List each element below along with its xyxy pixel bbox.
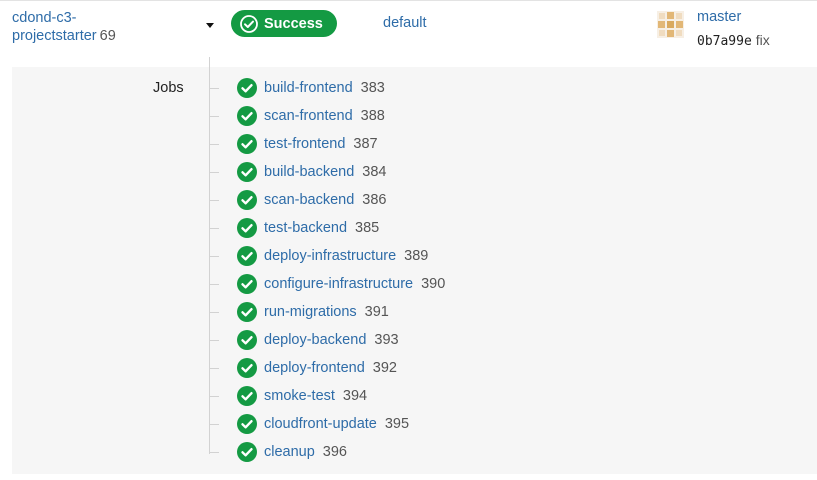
status-badge[interactable]: Success	[231, 10, 337, 37]
tree-connector	[209, 423, 219, 425]
tree-connector	[209, 451, 219, 453]
check-circle-icon	[240, 14, 258, 33]
tree-connector	[209, 395, 219, 397]
job-name-link[interactable]: scan-frontend	[264, 108, 353, 124]
job-name-link[interactable]: test-backend	[264, 220, 347, 236]
check-circle-icon	[237, 134, 257, 154]
job-name-link[interactable]: cloudfront-update	[264, 416, 377, 432]
commit-message: fix	[755, 32, 770, 48]
job-number: 389	[404, 248, 429, 264]
job-number: 391	[364, 304, 389, 320]
tree-connector	[209, 339, 219, 341]
job-number: 395	[384, 416, 410, 432]
job-name-link[interactable]: run-migrations	[264, 304, 357, 320]
job-name-link[interactable]: smoke-test	[264, 388, 335, 404]
workflow-link[interactable]: default	[383, 15, 427, 31]
commit-info: 0b7a99e fix	[697, 32, 770, 49]
job-row[interactable]: test-frontend 387	[209, 133, 378, 155]
project-name[interactable]: cdond-c3-projectstarter	[12, 10, 97, 44]
check-circle-icon	[237, 442, 257, 462]
job-number: 387	[353, 136, 378, 152]
check-circle-icon	[237, 386, 257, 406]
check-circle-icon	[237, 302, 257, 322]
check-circle-icon	[237, 162, 257, 182]
tree-connector	[209, 87, 219, 89]
tree-connector	[209, 115, 219, 117]
check-circle-icon	[237, 78, 257, 98]
tree-connector	[209, 227, 219, 229]
pipeline-row: cdond-c3-projectstarter 69 Success defaul…	[0, 0, 817, 480]
tree-connector	[209, 311, 219, 313]
job-name-link[interactable]: build-backend	[264, 164, 354, 180]
jobs-panel	[12, 67, 817, 474]
job-number: 396	[322, 444, 347, 460]
build-number: 69	[99, 28, 116, 44]
user-avatar[interactable]	[657, 11, 684, 38]
check-circle-icon	[237, 106, 257, 126]
job-number: 394	[342, 388, 368, 404]
job-row[interactable]: deploy-frontend 392	[209, 357, 397, 379]
job-row[interactable]: smoke-test 394	[209, 385, 367, 407]
tree-connector	[209, 143, 219, 145]
check-circle-icon	[237, 274, 257, 294]
branch-link[interactable]: master	[697, 9, 741, 25]
job-number: 392	[372, 360, 397, 376]
tree-connector	[209, 171, 219, 173]
job-row[interactable]: cloudfront-update 395	[209, 413, 409, 435]
job-number: 390	[421, 276, 446, 292]
check-circle-icon	[237, 218, 257, 238]
jobs-heading: Jobs	[153, 80, 184, 96]
tree-connector	[209, 199, 219, 201]
job-number: 383	[360, 80, 385, 96]
job-number: 384	[362, 164, 387, 180]
job-row[interactable]: deploy-backend 393	[209, 329, 399, 351]
job-row[interactable]: test-backend 385	[209, 217, 379, 239]
caret-down-icon[interactable]	[203, 18, 217, 30]
check-circle-icon	[237, 246, 257, 266]
job-number: 385	[355, 220, 380, 236]
check-circle-icon	[237, 358, 257, 378]
tree-connector	[209, 367, 219, 369]
job-row[interactable]: deploy-infrastructure 389	[209, 245, 428, 267]
job-number: 388	[360, 108, 385, 124]
tree-connector	[209, 283, 219, 285]
job-row[interactable]: run-migrations 391	[209, 301, 389, 323]
job-row[interactable]: cleanup 396	[209, 441, 347, 463]
job-name-link[interactable]: deploy-frontend	[264, 360, 365, 376]
job-name-link[interactable]: build-frontend	[264, 80, 353, 96]
job-number: 386	[362, 192, 387, 208]
job-name-link[interactable]: deploy-backend	[264, 332, 366, 348]
check-circle-icon	[237, 190, 257, 210]
job-name-link[interactable]: configure-infrastructure	[264, 276, 413, 292]
job-row[interactable]: scan-backend 386	[209, 189, 386, 211]
row-divider	[0, 0, 817, 1]
check-circle-icon	[237, 414, 257, 434]
project-link[interactable]: cdond-c3-projectstarter 69	[12, 9, 162, 45]
job-name-link[interactable]: scan-backend	[264, 192, 354, 208]
job-name-link[interactable]: test-frontend	[264, 136, 345, 152]
status-label: Success	[264, 15, 323, 32]
job-name-link[interactable]: cleanup	[264, 444, 315, 460]
commit-sha-link[interactable]: 0b7a99e	[697, 34, 752, 49]
job-row[interactable]: configure-infrastructure 390	[209, 273, 445, 295]
tree-connector	[209, 255, 219, 257]
check-circle-icon	[237, 330, 257, 350]
job-row[interactable]: build-frontend 383	[209, 77, 385, 99]
job-row[interactable]: build-backend 384	[209, 161, 387, 183]
job-row[interactable]: scan-frontend 388	[209, 105, 385, 127]
job-name-link[interactable]: deploy-infrastructure	[264, 248, 396, 264]
job-number: 393	[374, 332, 399, 348]
